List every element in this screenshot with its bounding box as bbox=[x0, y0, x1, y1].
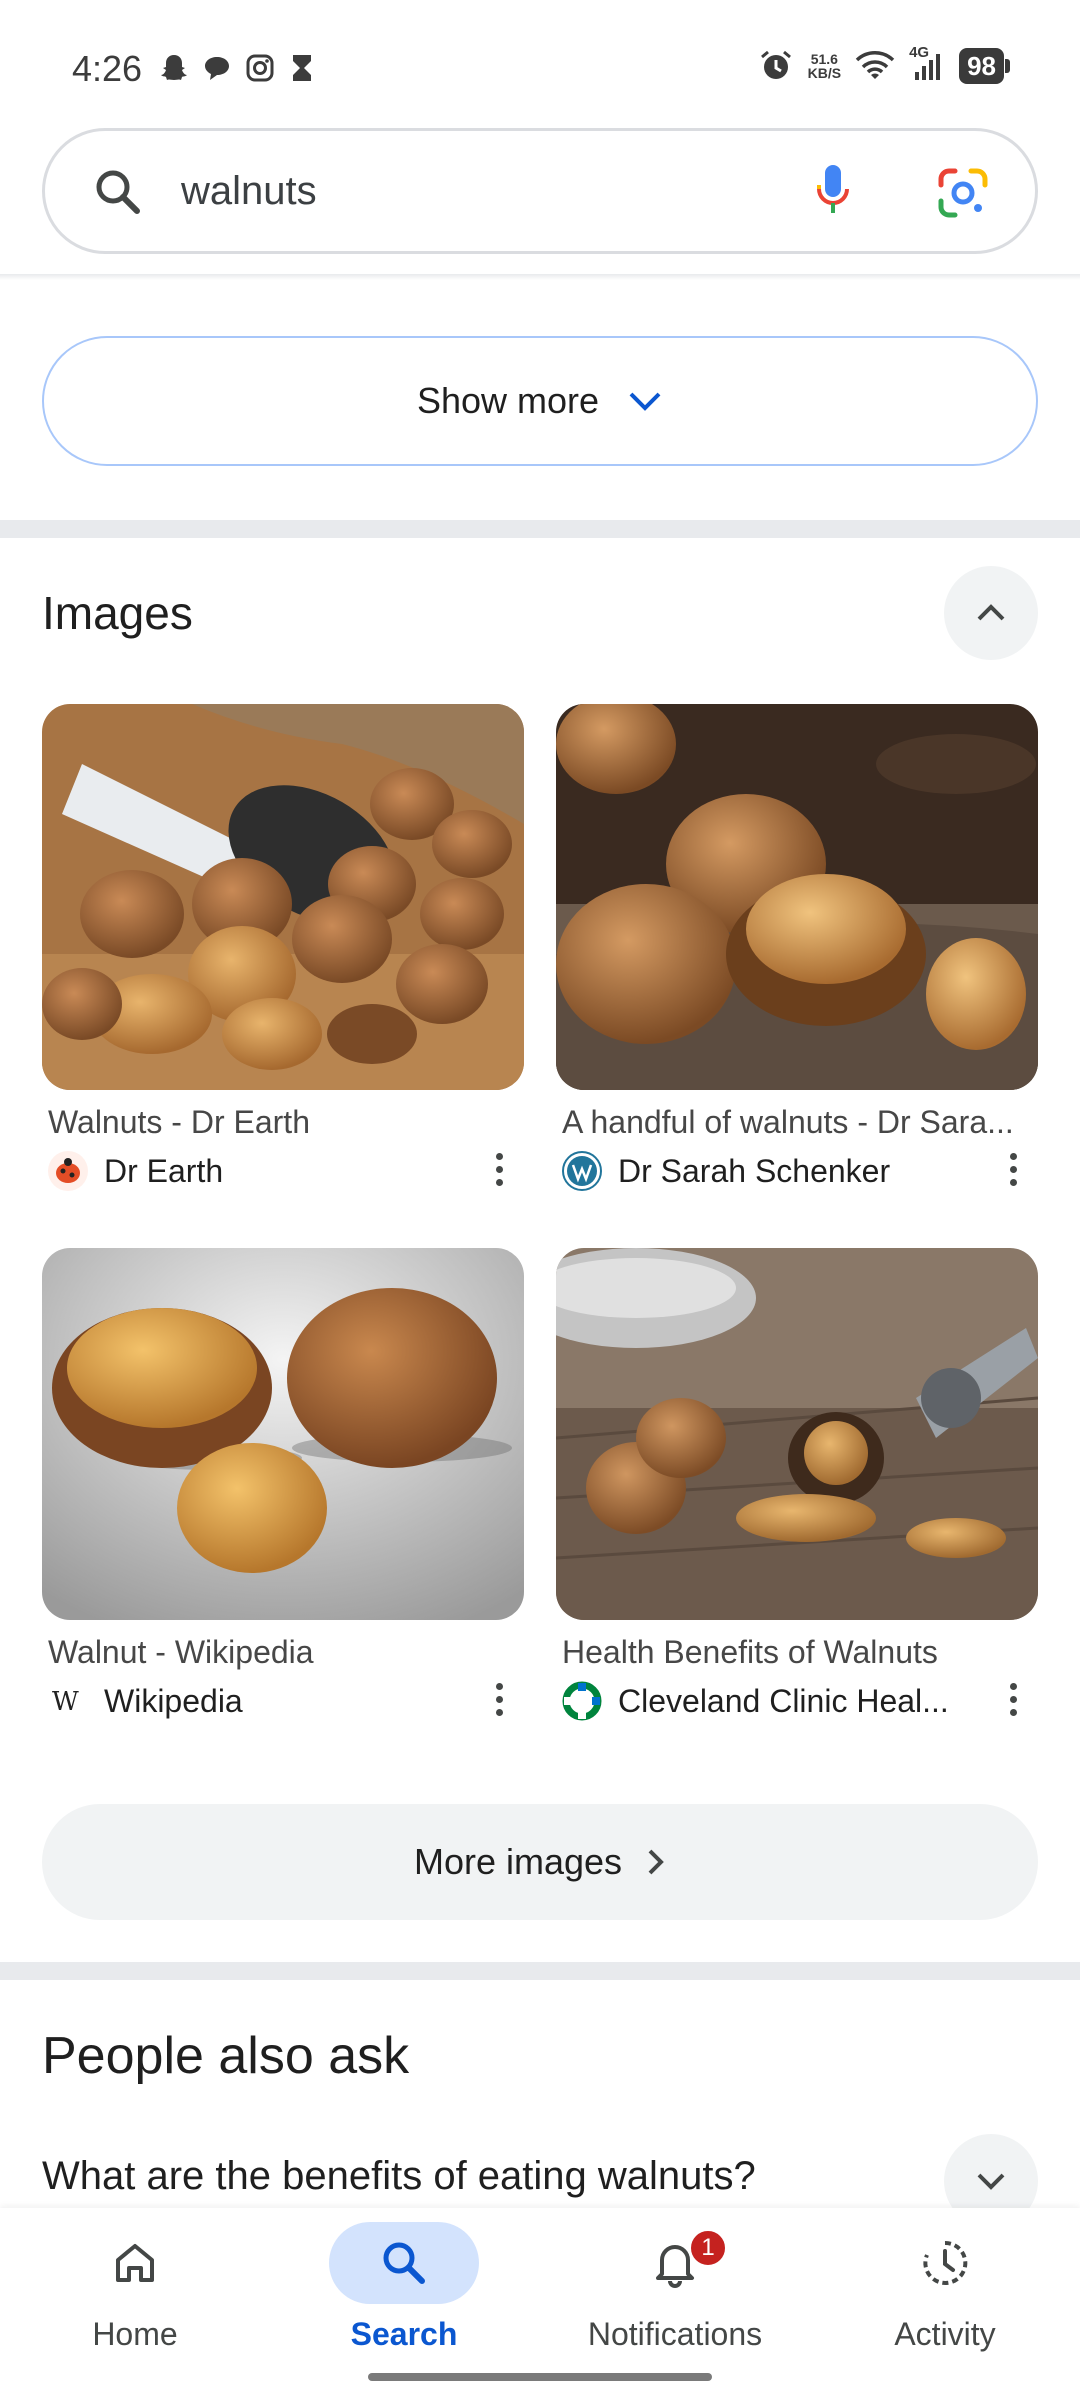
google-lens-icon[interactable] bbox=[935, 165, 991, 221]
nav-notifications[interactable]: 1 Notifications bbox=[555, 2222, 795, 2353]
system-status: 51.6 KB/S 4G 98 bbox=[758, 44, 1010, 84]
home-icon bbox=[116, 2244, 154, 2282]
chevron-down-icon bbox=[629, 392, 661, 411]
image-source[interactable]: W Wikipedia bbox=[42, 1679, 524, 1723]
header-shadow bbox=[0, 274, 1080, 280]
image-title[interactable]: Walnut - Wikipedia bbox=[42, 1634, 524, 1671]
snapchat-icon bbox=[161, 55, 187, 80]
image-title[interactable]: Walnuts - Dr Earth bbox=[42, 1104, 524, 1141]
search-bar[interactable]: walnuts bbox=[42, 128, 1038, 254]
image-result[interactable]: A handful of walnuts - Dr Sara... Dr Sar… bbox=[556, 704, 1038, 1193]
instagram-icon bbox=[246, 54, 274, 82]
hourglass-icon bbox=[293, 55, 311, 81]
show-more-label: Show more bbox=[416, 380, 600, 421]
section-divider bbox=[0, 1962, 1080, 1980]
chevron-right-icon bbox=[648, 1849, 664, 1875]
chevron-up-icon bbox=[977, 604, 1005, 621]
home-indicator[interactable] bbox=[368, 2373, 712, 2381]
notification-icons bbox=[158, 52, 316, 84]
net-speed: 51.6 KB/S bbox=[808, 52, 841, 80]
more-images-button[interactable]: More images bbox=[42, 1804, 1038, 1920]
battery-indicator: 98 bbox=[959, 48, 1010, 84]
nav-home-label: Home bbox=[92, 2316, 178, 2352]
image-source-name: Dr Earth bbox=[104, 1152, 224, 1189]
nav-home-pill bbox=[60, 2222, 210, 2304]
notification-badge: 1 bbox=[688, 2228, 728, 2268]
image-result[interactable]: Walnuts - Dr Earth Dr Earth bbox=[42, 704, 524, 1193]
image-title[interactable]: A handful of walnuts - Dr Sara... bbox=[556, 1104, 1038, 1141]
search-input[interactable]: walnuts bbox=[181, 169, 317, 214]
nav-home[interactable]: Home bbox=[15, 2222, 255, 2353]
chevron-down-icon bbox=[977, 2173, 1005, 2190]
bottom-navigation: Home Search 1 Notifications Activity bbox=[0, 2208, 1080, 2400]
image-source-name: Wikipedia bbox=[104, 1682, 243, 1719]
image-thumbnail[interactable] bbox=[556, 704, 1038, 1090]
wikipedia-favicon-icon: W bbox=[48, 1681, 88, 1721]
alarm-icon bbox=[760, 50, 791, 79]
net-speed-unit: KB/S bbox=[807, 65, 842, 81]
nav-notifications-pill: 1 bbox=[600, 2222, 750, 2304]
image-title[interactable]: Health Benefits of Walnuts bbox=[556, 1634, 1038, 1671]
more-images-label: More images bbox=[413, 1841, 623, 1882]
wordpress-favicon-icon bbox=[562, 1151, 602, 1191]
status-bar: 4:26 51.6 KB/S 4G 98 bbox=[0, 0, 1080, 130]
image-source-name: Cleveland Clinic Heal... bbox=[618, 1682, 949, 1719]
collapse-images-button[interactable] bbox=[944, 566, 1038, 660]
image-source[interactable]: Cleveland Clinic Heal... bbox=[556, 1679, 1038, 1723]
more-options-icon[interactable] bbox=[1008, 1153, 1018, 1186]
mic-icon[interactable] bbox=[815, 163, 851, 221]
section-divider bbox=[0, 520, 1080, 538]
wifi-icon bbox=[855, 51, 895, 79]
image-thumbnail[interactable] bbox=[42, 704, 524, 1090]
image-source[interactable]: Dr Earth bbox=[42, 1149, 524, 1193]
dr-earth-favicon-icon bbox=[48, 1151, 88, 1191]
nav-notifications-label: Notifications bbox=[587, 2316, 763, 2352]
walnuts-cracker-image bbox=[556, 1248, 1038, 1620]
image-thumbnail[interactable] bbox=[42, 1248, 524, 1620]
people-also-ask-title: People also ask bbox=[42, 2027, 410, 2085]
paa-question[interactable]: What are the benefits of eating walnuts? bbox=[42, 2154, 756, 2199]
search-icon bbox=[383, 2242, 425, 2284]
nav-search-label: Search bbox=[350, 2316, 458, 2352]
svg-text:W: W bbox=[52, 1687, 79, 1716]
walnut-kernel-image bbox=[42, 1248, 524, 1620]
activity-icon bbox=[923, 2240, 968, 2285]
cellular-signal: 4G bbox=[909, 44, 945, 84]
more-options-icon[interactable] bbox=[494, 1683, 504, 1716]
more-options-icon[interactable] bbox=[1008, 1683, 1018, 1716]
nav-search[interactable]: Search bbox=[284, 2222, 524, 2353]
nav-activity-pill bbox=[870, 2222, 1020, 2304]
image-thumbnail[interactable] bbox=[556, 1248, 1038, 1620]
status-time: 4:26 bbox=[72, 48, 143, 89]
nav-search-pill bbox=[329, 2222, 479, 2304]
more-options-icon[interactable] bbox=[494, 1153, 504, 1186]
show-more-button[interactable]: Show more bbox=[42, 336, 1038, 466]
image-source-name: Dr Sarah Schenker bbox=[618, 1152, 891, 1189]
nav-activity[interactable]: Activity bbox=[825, 2222, 1065, 2353]
search-icon bbox=[96, 170, 140, 214]
image-source[interactable]: Dr Sarah Schenker bbox=[556, 1149, 1038, 1193]
signal-icon bbox=[915, 54, 941, 80]
images-section-title: Images bbox=[42, 587, 193, 639]
image-result[interactable]: Health Benefits of Walnuts Cleveland Cli… bbox=[556, 1248, 1038, 1723]
image-result[interactable]: Walnut - Wikipedia W Wikipedia bbox=[42, 1248, 524, 1723]
nav-activity-label: Activity bbox=[894, 2316, 996, 2352]
walnuts-handful-image bbox=[556, 704, 1038, 1090]
net-speed-value: 51.6 bbox=[810, 51, 838, 67]
cleveland-clinic-favicon-icon bbox=[562, 1681, 602, 1721]
chat-bubble-icon bbox=[205, 57, 229, 80]
walnuts-scoop-image bbox=[42, 704, 524, 1090]
